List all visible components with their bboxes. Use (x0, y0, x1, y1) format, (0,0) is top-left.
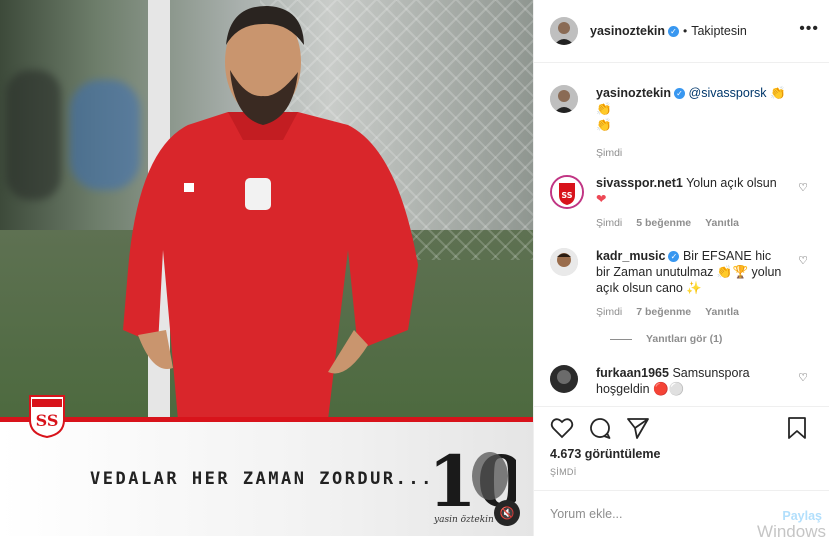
verified-badge-icon: ✓ (668, 251, 680, 263)
comment-likes[interactable]: 5 beğenme (636, 217, 691, 229)
list-item: SS sivasspor.net1 Yolun açık olsun ❤ Şim… (550, 175, 814, 231)
comment-emoji: ❤ (596, 192, 607, 206)
svg-text:SS: SS (561, 191, 572, 200)
avatar[interactable] (550, 365, 578, 393)
avatar[interactable] (550, 248, 578, 276)
separator: • (683, 24, 688, 38)
post-time: ŞİMDİ (550, 467, 577, 477)
player-illustration (123, 5, 418, 420)
farewell-slogan: VEDALAR HER ZAMAN ZORDUR... (90, 469, 434, 489)
verified-badge-icon: ✓ (674, 88, 686, 100)
post-comment-button[interactable]: Paylaş (782, 509, 822, 523)
mention-link[interactable]: @sivassporsk (689, 86, 767, 100)
view-replies-label: Yanıtları gör (1) (646, 333, 723, 345)
comment-username[interactable]: kadr_music (596, 249, 665, 263)
comment-emoji: 🔴⚪ (653, 382, 685, 396)
comments-list: yasinoztekin ✓ @sivassporsk 👏👏 👏 Şimdi SS… (534, 63, 829, 406)
comment-time: Şimdi (596, 217, 623, 229)
comment-icon[interactable] (588, 416, 612, 440)
comment-time: Şimdi (596, 306, 623, 318)
post-media[interactable]: SS VEDALAR HER ZAMAN ZORDUR... 10 yasin … (0, 0, 533, 536)
replies-divider (610, 338, 632, 340)
signature-text: yasin öztekin (433, 515, 494, 524)
svg-text:SS: SS (36, 411, 59, 430)
add-comment-bar: Yorum ekle... Paylaş Windows (534, 490, 829, 541)
comment-text: Yolun açık olsun (686, 176, 777, 190)
sivasspor-crest-icon: SS (29, 395, 65, 438)
avatar[interactable]: SS (550, 175, 584, 209)
header-username[interactable]: yasinoztekin ✓ (590, 24, 680, 38)
share-icon[interactable] (626, 416, 650, 440)
heart-icon[interactable] (550, 416, 574, 440)
windows-watermark: Windows (757, 522, 826, 541)
comment-input[interactable]: Yorum ekle... (550, 507, 623, 521)
caption: yasinoztekin ✓ @sivassporsk 👏👏 👏 Şimdi (550, 85, 814, 161)
background-figure (6, 70, 61, 200)
view-count[interactable]: 4.673 görüntüleme (550, 447, 814, 461)
verified-badge-icon: ✓ (668, 26, 680, 38)
caption-username[interactable]: yasinoztekin (596, 86, 671, 100)
comment-likes[interactable]: 7 beğenme (636, 306, 691, 318)
like-heart-icon[interactable]: ♡ (798, 254, 808, 267)
avatar[interactable] (550, 85, 578, 113)
caption-time: Şimdi (596, 147, 623, 159)
post-header: yasinoztekin ✓ • Takiptesin ••• (534, 0, 829, 63)
post-sidebar: yasinoztekin ✓ • Takiptesin ••• yasinozte… (533, 0, 829, 541)
like-heart-icon[interactable]: ♡ (798, 181, 808, 194)
reply-button[interactable]: Yanıtla (705, 217, 739, 229)
speaker-muted-icon[interactable]: 🔇 (494, 500, 520, 526)
like-heart-icon[interactable]: ♡ (798, 371, 808, 384)
avatar[interactable] (550, 17, 578, 45)
following-button[interactable]: Takiptesin (691, 24, 747, 38)
post-actions: 4.673 görüntüleme ŞİMDİ (534, 406, 829, 490)
comment-username[interactable]: furkaan1965 (596, 366, 669, 380)
reply-button[interactable]: Yanıtla (705, 306, 739, 318)
ellipsis-icon[interactable]: ••• (799, 20, 819, 38)
bookmark-icon[interactable] (786, 416, 808, 440)
list-item: furkaan1965 Samsunspora hoşgeldin 🔴⚪ ♡ (550, 365, 814, 397)
list-item: kadr_music ✓ Bir EFSANE hic bir Zaman unu… (550, 248, 814, 320)
view-replies-button[interactable]: Yanıtları gör (1) (610, 333, 814, 345)
comment-username[interactable]: sivasspor.net1 (596, 176, 683, 190)
